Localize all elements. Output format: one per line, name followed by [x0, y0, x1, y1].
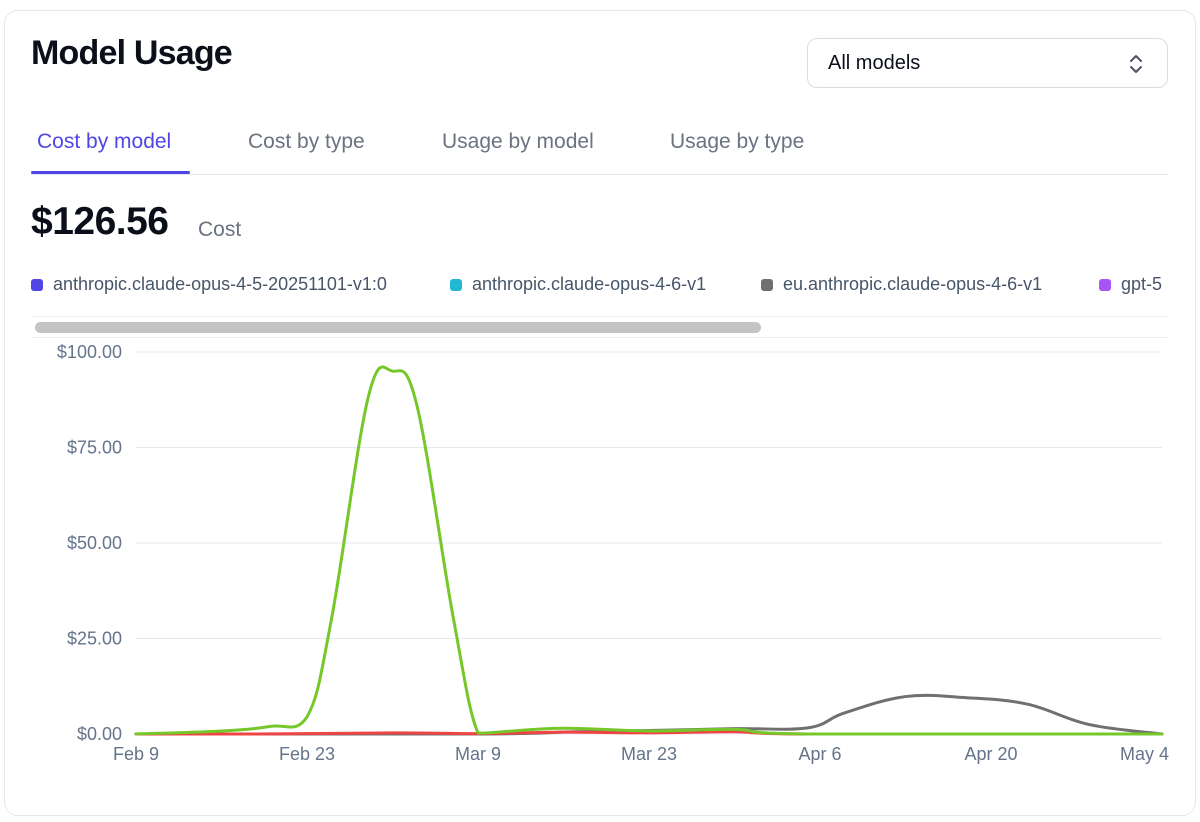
x-tick-label: May 4 — [1120, 744, 1169, 764]
legend-swatch — [1099, 279, 1111, 291]
legend-swatch — [450, 279, 462, 291]
legend-label: anthropic.claude-opus-4-5-20251101-v1:0 — [53, 274, 387, 294]
chart-scrollbar-thumb[interactable] — [35, 322, 761, 333]
tab-usage-by-type[interactable]: Usage by type — [670, 130, 804, 154]
series-line — [134, 365, 1164, 736]
active-tab-indicator — [31, 171, 190, 174]
legend-label: anthropic.claude-opus-4-6-v1 — [472, 274, 707, 294]
total-cost-label: Cost — [198, 218, 242, 241]
model-select[interactable]: All models — [807, 38, 1168, 88]
cost-line-chart: $0.00 $25.00 $50.00 $75.00 $100.00 Feb 9 Feb 2… — [57, 342, 1169, 764]
tab-cost-by-model[interactable]: Cost by model — [37, 130, 171, 154]
x-tick-label: Feb 23 — [279, 744, 335, 764]
chart-scrollbar[interactable] — [31, 316, 1169, 338]
legend-label: gpt-5 — [1121, 274, 1163, 294]
x-tick-label: Apr 6 — [798, 744, 841, 764]
model-select-value: All models — [828, 52, 921, 74]
legend-label: eu.anthropic.claude-opus-4-6-v1 — [783, 274, 1043, 294]
y-tick-label: $75.00 — [67, 438, 122, 458]
y-tick-label: $50.00 — [67, 533, 122, 553]
y-tick-label: $25.00 — [67, 629, 122, 649]
tab-bar: Cost by model Cost by type Usage by mode… — [31, 118, 1169, 175]
chevron-up-down-icon — [1130, 55, 1142, 73]
x-tick-label: Apr 20 — [964, 744, 1017, 764]
y-tick-label: $0.00 — [77, 724, 122, 744]
chart-legend: anthropic.claude-opus-4-5-20251101-v1:0 … — [31, 272, 1169, 298]
legend-swatch — [31, 279, 43, 291]
tab-cost-by-type[interactable]: Cost by type — [248, 130, 365, 154]
legend-swatch — [761, 279, 773, 291]
x-tick-label: Mar 9 — [455, 744, 501, 764]
page-title: Model Usage — [31, 34, 233, 72]
y-tick-label: $100.00 — [57, 342, 122, 362]
total-cost: $126.56 — [31, 200, 169, 243]
x-tick-label: Feb 9 — [113, 744, 159, 764]
tabs-divider — [31, 174, 1169, 175]
tab-usage-by-model[interactable]: Usage by model — [442, 130, 594, 154]
x-tick-label: Mar 23 — [621, 744, 677, 764]
